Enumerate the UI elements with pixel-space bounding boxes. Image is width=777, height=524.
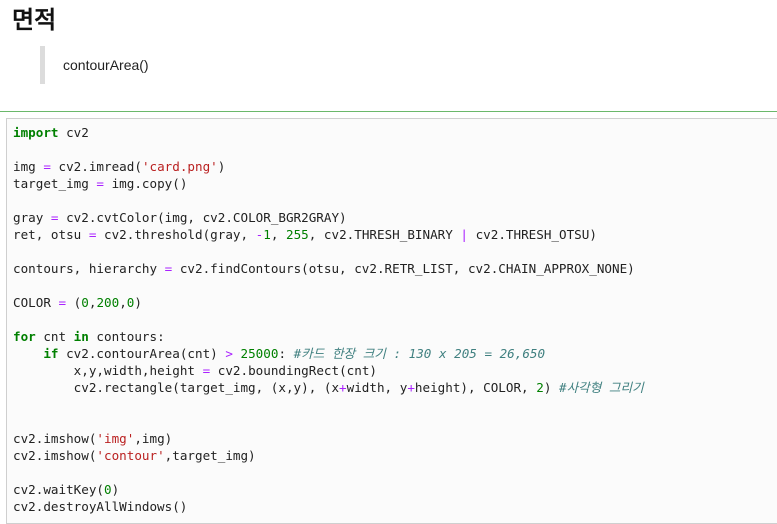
code-line-16: cv2.rectangle(target_img, (x,y), (x+widt… (13, 379, 777, 396)
code-text: cv2.imread( (50, 159, 142, 174)
number-literal: 200 (96, 295, 120, 310)
code-block[interactable]: import cv2 img = cv2.imread('card.png') ta… (6, 118, 777, 524)
number-literal: 2 (536, 380, 544, 395)
code-text: cnt (35, 329, 74, 344)
code-text: x,y,width,height (73, 363, 203, 378)
code-text: COLOR (13, 295, 59, 310)
code-text: , cv2.THRESH_BINARY (308, 227, 461, 242)
code-line-7: ret, otsu = cv2.threshold(gray, -1, 255,… (13, 226, 777, 243)
code-text: gray (13, 210, 51, 225)
comment: #카드 한장 크기 : 130 x 205 = 26,650 (293, 346, 546, 361)
code-text: img.copy() (104, 176, 188, 191)
operator: | (460, 227, 469, 242)
code-line-13: for cnt in contours: (13, 328, 777, 345)
code-line-20: cv2.imshow('contour',target_img) (13, 447, 777, 464)
code-text: img (13, 159, 44, 174)
operator: = (43, 159, 51, 174)
operator: > (225, 346, 233, 361)
code-listing: import cv2 img = cv2.imread('card.png') ta… (13, 124, 777, 515)
code-line-3: img = cv2.imread('card.png') (13, 158, 777, 175)
code-text: ) (111, 482, 120, 497)
keyword: for (13, 329, 36, 344)
code-line-4: target_img = img.copy() (13, 175, 777, 192)
divider (0, 111, 777, 112)
code-text: contours: (88, 329, 165, 344)
section-heading: 면적 (12, 6, 57, 34)
page: 면적 contourArea() import cv2 img = cv2.imr… (0, 0, 777, 524)
code-text: target_img (13, 176, 97, 191)
number-literal: 0 (104, 482, 112, 497)
code-line-9: contours, hierarchy = cv2.findContours(o… (13, 260, 777, 277)
comment: #사각형 그리기 (559, 380, 644, 395)
code-text: ) (543, 380, 559, 395)
code-line-22: cv2.waitKey(0) (13, 481, 777, 498)
number-literal: 1 (263, 227, 271, 242)
operator: + (339, 380, 347, 395)
code-text: cv2.waitKey( (13, 482, 104, 497)
operator: = (50, 210, 59, 225)
code-text: cv2.boundingRect(cnt) (210, 363, 377, 378)
code-text: ret, otsu (13, 227, 89, 242)
code-line-15: x,y,width,height = cv2.boundingRect(cnt) (13, 362, 777, 379)
code-text: , (119, 295, 127, 310)
code-text: width, y (346, 380, 408, 395)
string-literal: 'img' (96, 431, 135, 446)
code-text: : (278, 346, 294, 361)
code-text: height), COLOR, (414, 380, 537, 395)
code-text: , (270, 227, 287, 242)
code-text: cv2.threshold(gray, (96, 227, 256, 242)
code-line-14: if cv2.contourArea(cnt) > 25000: #카드 한장 … (13, 345, 777, 362)
code-text: ) (217, 159, 226, 174)
code-text: cv2.destroyAllWindows() (13, 499, 188, 514)
code-text: contours, hierarchy (13, 261, 165, 276)
code-text: cv2.rectangle(target_img, (x,y), (x (73, 380, 340, 395)
number-literal: 255 (286, 227, 309, 242)
code-text: cv2.imshow( (13, 431, 97, 446)
string-literal: 'card.png' (141, 159, 218, 174)
code-text: cv2 (58, 125, 89, 140)
blockquote-text: contourArea() (63, 57, 149, 73)
code-text: ,img) (134, 431, 173, 446)
keyword: import (13, 125, 59, 140)
code-text: cv2.THRESH_OTSU) (468, 227, 597, 242)
keyword: in (73, 329, 89, 344)
code-line-1: import cv2 (13, 124, 777, 141)
code-text: cv2.findContours(otsu, cv2.RETR_LIST, cv… (172, 261, 635, 276)
code-text: ) (134, 295, 142, 310)
code-text: ( (66, 295, 82, 310)
keyword: if (43, 346, 59, 361)
operator: + (407, 380, 415, 395)
code-text: ,target_img) (164, 448, 256, 463)
code-line-23: cv2.destroyAllWindows() (13, 498, 777, 515)
code-text: cv2.imshow( (13, 448, 97, 463)
number-literal: 0 (81, 295, 89, 310)
code-line-6: gray = cv2.cvtColor(img, cv2.COLOR_BGR2G… (13, 209, 777, 226)
operator: = (96, 176, 104, 191)
code-text: cv2.contourArea(cnt) (58, 346, 226, 361)
code-line-11: COLOR = (0,200,0) (13, 294, 777, 311)
code-line-19: cv2.imshow('img',img) (13, 430, 777, 447)
number-literal: 25000 (240, 346, 279, 361)
code-text: cv2.cvtColor(img, cv2.COLOR_BGR2GRAY) (58, 210, 347, 225)
blockquote: contourArea() (40, 46, 149, 84)
string-literal: 'contour' (96, 448, 165, 463)
operator: = (58, 295, 67, 310)
